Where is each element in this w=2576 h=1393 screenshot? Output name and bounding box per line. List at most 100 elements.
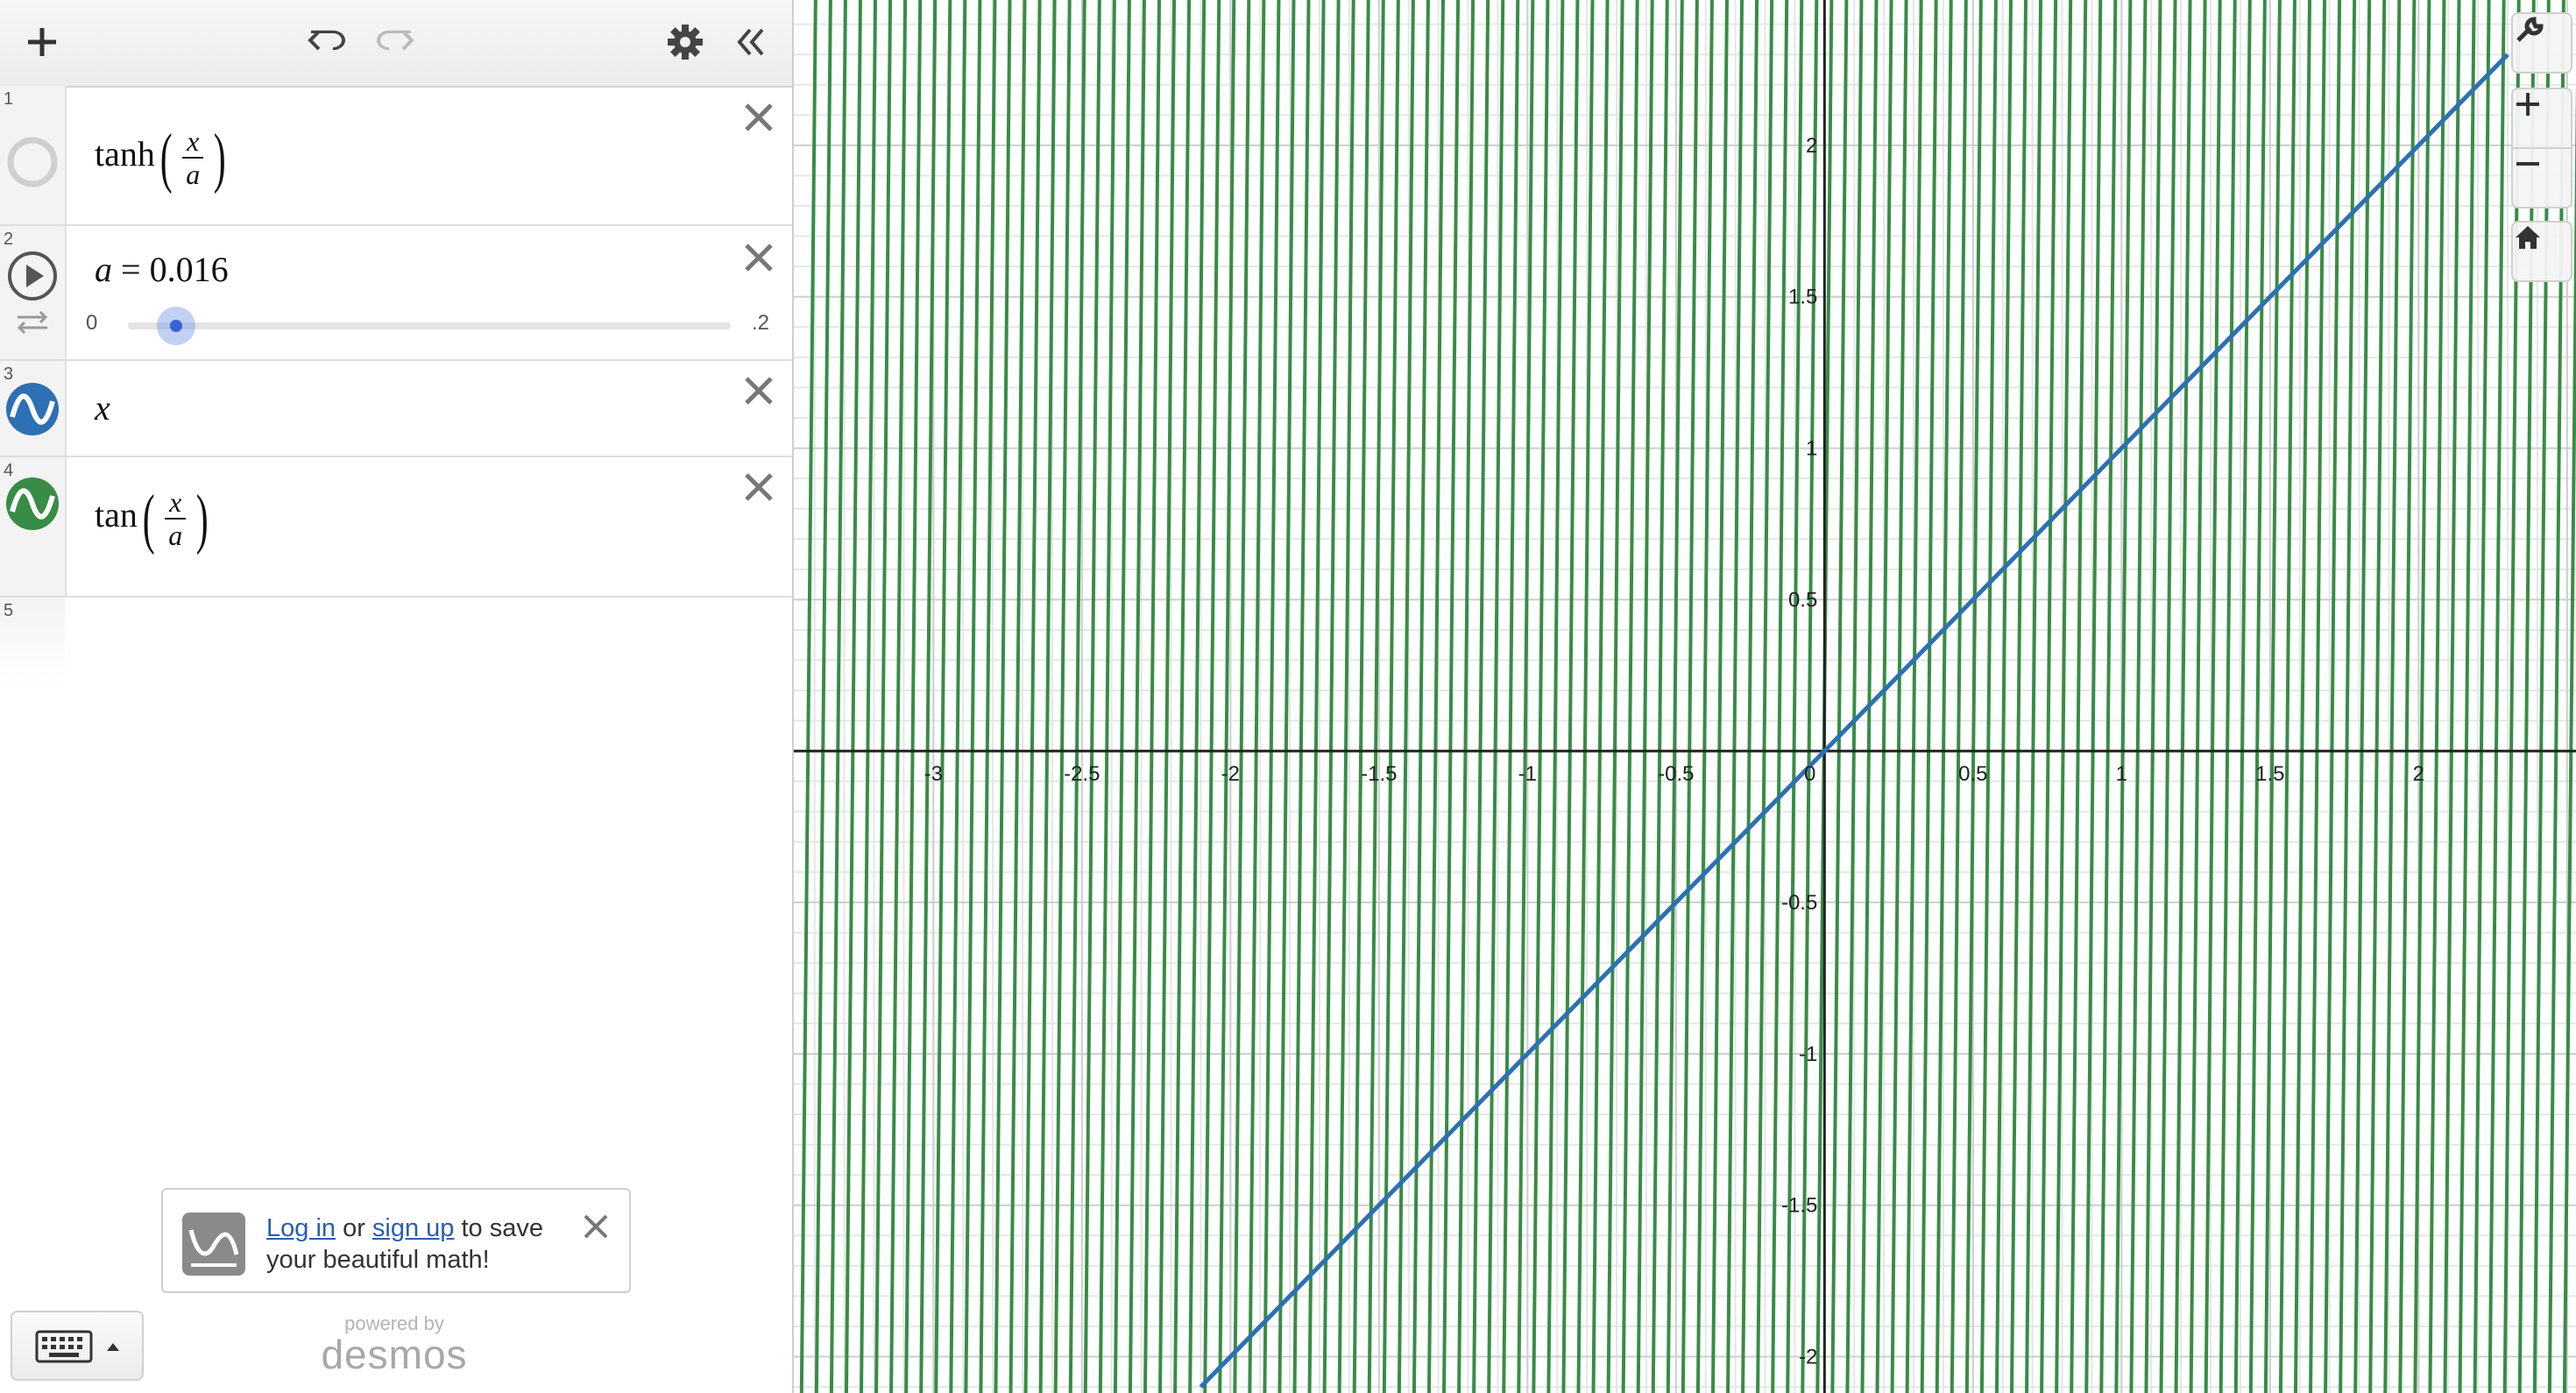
tan-curve-branch — [1218, 0, 1236, 1393]
expression-math[interactable]: tanh(x a) — [95, 123, 231, 193]
loop-icon[interactable] — [5, 305, 60, 340]
undo-button[interactable] — [298, 12, 357, 72]
equals-sign: = — [112, 250, 150, 289]
graph-settings-button[interactable] — [2511, 12, 2572, 74]
hidden-circle-icon[interactable] — [5, 135, 60, 189]
tan-curve-branch — [2278, 0, 2296, 1393]
expression-gutter: 5 — [0, 598, 65, 685]
tan-curve-branch — [2219, 0, 2237, 1393]
tan-curve-branch — [1277, 0, 1296, 1393]
tan-curve-branch — [1666, 0, 1684, 1393]
tan-curve-branch — [1023, 0, 1042, 1393]
banner-text: Log in or sign up to save your beautiful… — [266, 1213, 564, 1276]
expression-math[interactable]: x — [95, 387, 110, 428]
tan-curve-branch — [1651, 0, 1669, 1393]
tan-curve-branch — [2517, 0, 2536, 1393]
expression-math[interactable]: tan(x a) — [95, 484, 214, 554]
expression-row-2[interactable]: 2 a = 0.016 — [0, 226, 792, 361]
tan-curve-branch — [2084, 0, 2103, 1393]
tan-curve-branch — [904, 0, 923, 1393]
tan-curve-branch — [2398, 0, 2417, 1393]
tan-curve-branch — [1263, 0, 1281, 1393]
tan-curve-branch — [1920, 0, 1938, 1393]
tan-curve-branch — [1158, 0, 1177, 1393]
tan-curve-branch — [2009, 0, 2028, 1393]
expression-gutter: 4 — [0, 457, 67, 596]
collapse-panel-button[interactable] — [720, 12, 780, 72]
expression-row-1[interactable]: 1 tanh(x a) — [0, 86, 792, 226]
tan-curve-branch — [1517, 0, 1535, 1393]
tan-curve-branch — [2428, 0, 2446, 1393]
tan-curve-branch — [829, 0, 847, 1393]
tan-curve-branch — [2144, 0, 2162, 1393]
banner-or-text: or — [336, 1214, 372, 1242]
x-tick-label: -1.5 — [1361, 762, 1397, 786]
play-icon[interactable] — [5, 249, 60, 303]
tan-curve-branch — [2070, 0, 2088, 1393]
tan-curve-branch — [2159, 0, 2177, 1393]
tan-curve-branch — [1860, 0, 1879, 1393]
row-index: 2 — [4, 230, 14, 249]
signup-link[interactable]: sign up — [372, 1214, 455, 1242]
y-tick-label: -2 — [1799, 1346, 1817, 1369]
y-tick-label: 1.5 — [1788, 286, 1817, 309]
tan-curve-branch — [1771, 0, 1789, 1393]
zoom-in-button[interactable] — [2511, 88, 2572, 149]
tan-curve-branch — [1442, 0, 1461, 1393]
tan-curve-branch — [874, 0, 893, 1393]
settings-button[interactable] — [655, 12, 715, 72]
delete-expression-icon[interactable] — [741, 240, 776, 275]
expression-row-3[interactable]: 3 x — [0, 361, 792, 457]
desmos-logo-icon — [182, 1213, 245, 1276]
delete-expression-icon[interactable] — [741, 100, 776, 135]
delete-expression-icon[interactable] — [741, 470, 776, 505]
x-tick-label: 0 — [1804, 762, 1815, 786]
gear-icon — [668, 25, 703, 60]
powered-by-desmos[interactable]: powered by desmos — [315, 1312, 473, 1375]
tan-curve-branch — [1083, 0, 1101, 1393]
fraction-numerator: x — [182, 125, 204, 159]
y-tick-label: 0.5 — [1788, 588, 1817, 612]
graph-plot[interactable]: -3 -2.5 -2 -1.5 -1 -0.5 0 0.5 1 1.5 2 2 1.5 1 0.5 -0.5 -… — [794, 0, 2576, 1393]
tan-curve-branch — [1457, 0, 1476, 1393]
wave-icon[interactable] — [5, 477, 60, 531]
delete-expression-icon[interactable] — [741, 373, 776, 408]
x-tick-label: 2 — [2413, 762, 2424, 786]
keyboard-toggle-button[interactable] — [11, 1311, 144, 1381]
tan-curve-branch — [2025, 0, 2043, 1393]
wave-icon[interactable] — [5, 382, 60, 436]
slider-max-label[interactable]: .2 — [752, 311, 769, 336]
tan-curve-branch — [2174, 0, 2192, 1393]
tan-curve-branch — [844, 0, 862, 1393]
login-link[interactable]: Log in — [266, 1214, 336, 1242]
graph-canvas[interactable]: -3 -2.5 -2 -1.5 -1 -0.5 0 0.5 1 1.5 2 2 1.5 1 0.5 -0.5 -… — [794, 0, 2576, 1393]
slider-track[interactable] — [128, 322, 731, 329]
tan-curve-branch — [2547, 0, 2565, 1393]
tan-curve-branch — [2413, 0, 2431, 1393]
zoom-out-button[interactable] — [2511, 147, 2572, 209]
slider-handle[interactable] — [157, 307, 196, 345]
tan-curve-branch — [1487, 0, 1505, 1393]
slider-min-label[interactable]: 0 — [86, 311, 97, 336]
row-index: 5 — [4, 601, 14, 620]
tan-curve-branch — [1591, 0, 1610, 1393]
tan-curve-branch — [1890, 0, 1908, 1393]
save-prompt-banner: Log in or sign up to save your beautiful… — [161, 1188, 631, 1293]
default-viewport-button[interactable] — [2511, 221, 2572, 282]
redo-button[interactable] — [364, 12, 424, 72]
tan-curve-branch — [2099, 0, 2118, 1393]
keyboard-icon — [35, 1330, 119, 1363]
add-expression-button[interactable] — [12, 12, 72, 72]
tan-curve-branch — [1681, 0, 1699, 1393]
tan-curve-branch — [1292, 0, 1311, 1393]
y-tick-label: 2 — [1806, 134, 1817, 158]
expression-row-5[interactable]: 5 — [0, 598, 792, 685]
expression-panel: 1 tanh(x a) 2 a = 0.016 0 .2 3 x 4 tan(… — [0, 0, 794, 1393]
tan-curve-branch — [2443, 0, 2461, 1393]
tan-curve-branch — [2324, 0, 2342, 1393]
tan-curve-branch — [1576, 0, 1595, 1393]
expression-row-4[interactable]: 4 tan(x a) — [0, 457, 792, 598]
tan-curve-branch — [1502, 0, 1520, 1393]
slider-expression-math[interactable]: a = 0.016 — [95, 249, 229, 290]
close-banner-icon[interactable] — [582, 1213, 610, 1241]
